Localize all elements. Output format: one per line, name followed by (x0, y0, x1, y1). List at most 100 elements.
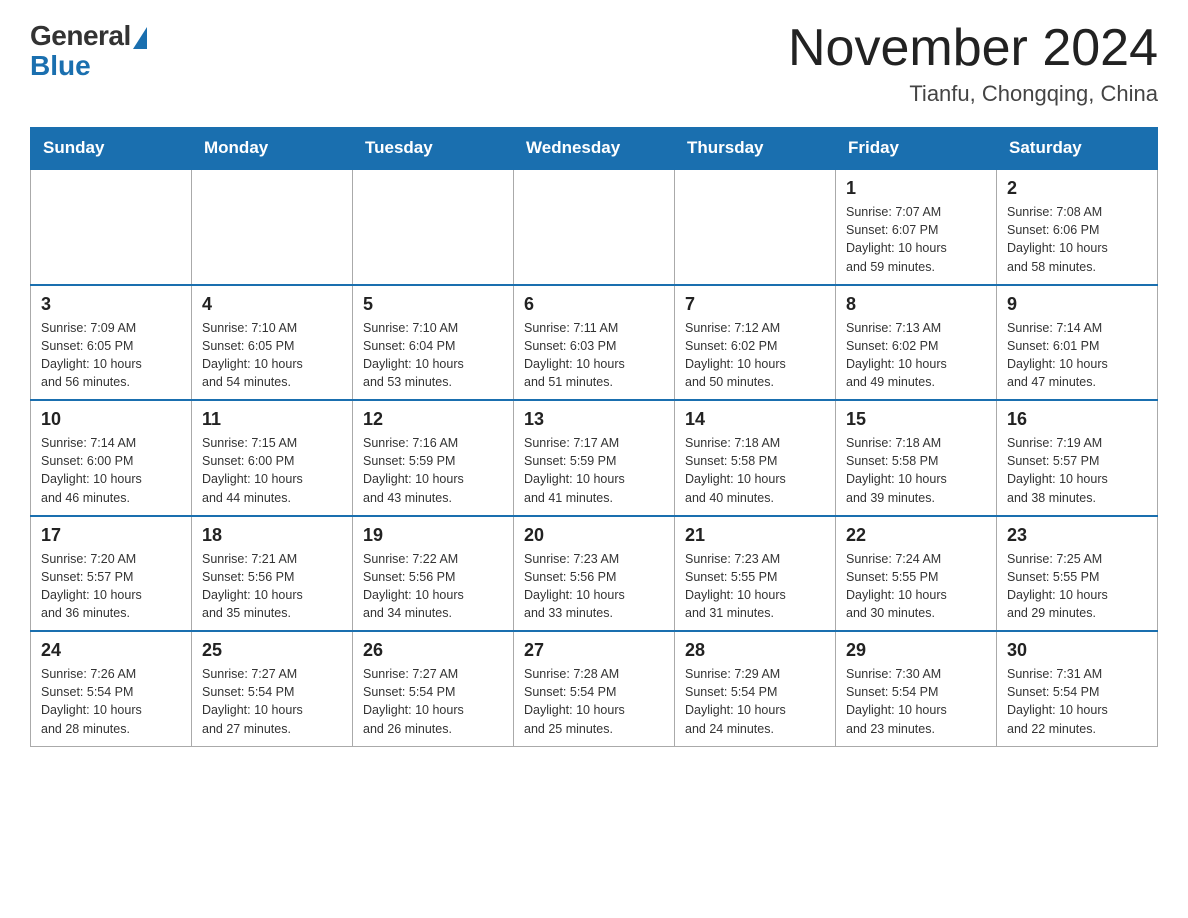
calendar-cell-2-1: 3 Sunrise: 7:09 AM Sunset: 6:05 PM Daylig… (31, 285, 192, 401)
day-number: 25 (202, 640, 342, 661)
day-number: 3 (41, 294, 181, 315)
calendar-header-saturday: Saturday (997, 128, 1158, 170)
calendar-cell-4-6: 22Sunrise: 7:24 AM Sunset: 5:55 PM Dayli… (836, 516, 997, 632)
day-info: Sunrise: 7:30 AM Sunset: 5:54 PM Dayligh… (846, 665, 986, 738)
day-info: Sunrise: 7:10 AM Sunset: 6:04 PM Dayligh… (363, 319, 503, 392)
calendar-cell-1-2 (192, 169, 353, 285)
calendar-cell-2-6: 8 Sunrise: 7:13 AM Sunset: 6:02 PM Daylig… (836, 285, 997, 401)
day-info: Sunrise: 7:28 AM Sunset: 5:54 PM Dayligh… (524, 665, 664, 738)
calendar-header-thursday: Thursday (675, 128, 836, 170)
day-info: Sunrise: 7:13 AM Sunset: 6:02 PM Dayligh… (846, 319, 986, 392)
calendar-cell-1-1 (31, 169, 192, 285)
day-number: 1 (846, 178, 986, 199)
day-number: 9 (1007, 294, 1147, 315)
day-number: 26 (363, 640, 503, 661)
day-number: 13 (524, 409, 664, 430)
day-info: Sunrise: 7:19 AM Sunset: 5:57 PM Dayligh… (1007, 434, 1147, 507)
day-info: Sunrise: 7:18 AM Sunset: 5:58 PM Dayligh… (846, 434, 986, 507)
calendar-cell-1-7: 2 Sunrise: 7:08 AM Sunset: 6:06 PM Daylig… (997, 169, 1158, 285)
calendar-cell-4-4: 20Sunrise: 7:23 AM Sunset: 5:56 PM Dayli… (514, 516, 675, 632)
calendar-header-monday: Monday (192, 128, 353, 170)
calendar-cell-5-2: 25Sunrise: 7:27 AM Sunset: 5:54 PM Dayli… (192, 631, 353, 746)
calendar-cell-1-4 (514, 169, 675, 285)
day-number: 7 (685, 294, 825, 315)
day-info: Sunrise: 7:27 AM Sunset: 5:54 PM Dayligh… (363, 665, 503, 738)
logo: General Blue (30, 20, 147, 82)
day-number: 21 (685, 525, 825, 546)
calendar-cell-3-5: 14Sunrise: 7:18 AM Sunset: 5:58 PM Dayli… (675, 400, 836, 516)
page-header: General Blue November 2024 Tianfu, Chong… (30, 20, 1158, 107)
logo-general-text: General (30, 20, 131, 52)
day-info: Sunrise: 7:21 AM Sunset: 5:56 PM Dayligh… (202, 550, 342, 623)
calendar-cell-1-6: 1 Sunrise: 7:07 AM Sunset: 6:07 PM Daylig… (836, 169, 997, 285)
calendar-week-row-3: 10 Sunrise: 7:14 AM Sunset: 6:00 PM Dayli… (31, 400, 1158, 516)
day-info: Sunrise: 7:24 AM Sunset: 5:55 PM Dayligh… (846, 550, 986, 623)
calendar-cell-3-4: 13 Sunrise: 7:17 AM Sunset: 5:59 PM Dayli… (514, 400, 675, 516)
calendar-week-row-4: 17 Sunrise: 7:20 AM Sunset: 5:57 PM Dayli… (31, 516, 1158, 632)
day-info: Sunrise: 7:23 AM Sunset: 5:55 PM Dayligh… (685, 550, 825, 623)
calendar-cell-1-3 (353, 169, 514, 285)
calendar-cell-5-6: 29 Sunrise: 7:30 AM Sunset: 5:54 PM Dayli… (836, 631, 997, 746)
day-number: 27 (524, 640, 664, 661)
day-info: Sunrise: 7:11 AM Sunset: 6:03 PM Dayligh… (524, 319, 664, 392)
day-number: 11 (202, 409, 342, 430)
calendar-table: SundayMondayTuesdayWednesdayThursdayFrid… (30, 127, 1158, 747)
day-number: 16 (1007, 409, 1147, 430)
day-info: Sunrise: 7:14 AM Sunset: 6:00 PM Dayligh… (41, 434, 181, 507)
calendar-week-row-2: 3 Sunrise: 7:09 AM Sunset: 6:05 PM Daylig… (31, 285, 1158, 401)
day-number: 10 (41, 409, 181, 430)
day-info: Sunrise: 7:16 AM Sunset: 5:59 PM Dayligh… (363, 434, 503, 507)
calendar-week-row-5: 24Sunrise: 7:26 AM Sunset: 5:54 PM Dayli… (31, 631, 1158, 746)
day-info: Sunrise: 7:15 AM Sunset: 6:00 PM Dayligh… (202, 434, 342, 507)
day-info: Sunrise: 7:09 AM Sunset: 6:05 PM Dayligh… (41, 319, 181, 392)
logo-triangle-icon (133, 27, 147, 49)
day-info: Sunrise: 7:18 AM Sunset: 5:58 PM Dayligh… (685, 434, 825, 507)
calendar-cell-2-5: 7 Sunrise: 7:12 AM Sunset: 6:02 PM Daylig… (675, 285, 836, 401)
calendar-cell-5-7: 30Sunrise: 7:31 AM Sunset: 5:54 PM Dayli… (997, 631, 1158, 746)
calendar-header-friday: Friday (836, 128, 997, 170)
day-info: Sunrise: 7:17 AM Sunset: 5:59 PM Dayligh… (524, 434, 664, 507)
calendar-cell-4-3: 19 Sunrise: 7:22 AM Sunset: 5:56 PM Dayli… (353, 516, 514, 632)
day-number: 2 (1007, 178, 1147, 199)
calendar-cell-4-5: 21 Sunrise: 7:23 AM Sunset: 5:55 PM Dayli… (675, 516, 836, 632)
day-info: Sunrise: 7:12 AM Sunset: 6:02 PM Dayligh… (685, 319, 825, 392)
day-info: Sunrise: 7:29 AM Sunset: 5:54 PM Dayligh… (685, 665, 825, 738)
day-number: 20 (524, 525, 664, 546)
day-number: 18 (202, 525, 342, 546)
calendar-cell-5-3: 26 Sunrise: 7:27 AM Sunset: 5:54 PM Dayli… (353, 631, 514, 746)
day-info: Sunrise: 7:26 AM Sunset: 5:54 PM Dayligh… (41, 665, 181, 738)
calendar-cell-2-2: 4Sunrise: 7:10 AM Sunset: 6:05 PM Daylig… (192, 285, 353, 401)
calendar-cell-4-7: 23 Sunrise: 7:25 AM Sunset: 5:55 PM Dayli… (997, 516, 1158, 632)
day-info: Sunrise: 7:25 AM Sunset: 5:55 PM Dayligh… (1007, 550, 1147, 623)
day-number: 23 (1007, 525, 1147, 546)
day-info: Sunrise: 7:10 AM Sunset: 6:05 PM Dayligh… (202, 319, 342, 392)
calendar-cell-2-3: 5 Sunrise: 7:10 AM Sunset: 6:04 PM Daylig… (353, 285, 514, 401)
day-info: Sunrise: 7:14 AM Sunset: 6:01 PM Dayligh… (1007, 319, 1147, 392)
day-number: 12 (363, 409, 503, 430)
day-number: 6 (524, 294, 664, 315)
location-text: Tianfu, Chongqing, China (788, 81, 1158, 107)
calendar-cell-3-2: 11 Sunrise: 7:15 AM Sunset: 6:00 PM Dayli… (192, 400, 353, 516)
day-info: Sunrise: 7:07 AM Sunset: 6:07 PM Dayligh… (846, 203, 986, 276)
logo-blue-text: Blue (30, 50, 91, 82)
calendar-cell-3-1: 10 Sunrise: 7:14 AM Sunset: 6:00 PM Dayli… (31, 400, 192, 516)
calendar-cell-1-5 (675, 169, 836, 285)
calendar-cell-4-1: 17 Sunrise: 7:20 AM Sunset: 5:57 PM Dayli… (31, 516, 192, 632)
day-info: Sunrise: 7:20 AM Sunset: 5:57 PM Dayligh… (41, 550, 181, 623)
day-info: Sunrise: 7:08 AM Sunset: 6:06 PM Dayligh… (1007, 203, 1147, 276)
title-block: November 2024 Tianfu, Chongqing, China (788, 20, 1158, 107)
day-number: 17 (41, 525, 181, 546)
day-number: 5 (363, 294, 503, 315)
calendar-header-row: SundayMondayTuesdayWednesdayThursdayFrid… (31, 128, 1158, 170)
day-number: 29 (846, 640, 986, 661)
calendar-week-row-1: 1 Sunrise: 7:07 AM Sunset: 6:07 PM Daylig… (31, 169, 1158, 285)
calendar-header-tuesday: Tuesday (353, 128, 514, 170)
day-number: 8 (846, 294, 986, 315)
calendar-cell-2-4: 6 Sunrise: 7:11 AM Sunset: 6:03 PM Daylig… (514, 285, 675, 401)
calendar-cell-3-7: 16 Sunrise: 7:19 AM Sunset: 5:57 PM Dayli… (997, 400, 1158, 516)
calendar-header-sunday: Sunday (31, 128, 192, 170)
day-info: Sunrise: 7:22 AM Sunset: 5:56 PM Dayligh… (363, 550, 503, 623)
calendar-cell-5-5: 28Sunrise: 7:29 AM Sunset: 5:54 PM Dayli… (675, 631, 836, 746)
day-number: 19 (363, 525, 503, 546)
calendar-header-wednesday: Wednesday (514, 128, 675, 170)
